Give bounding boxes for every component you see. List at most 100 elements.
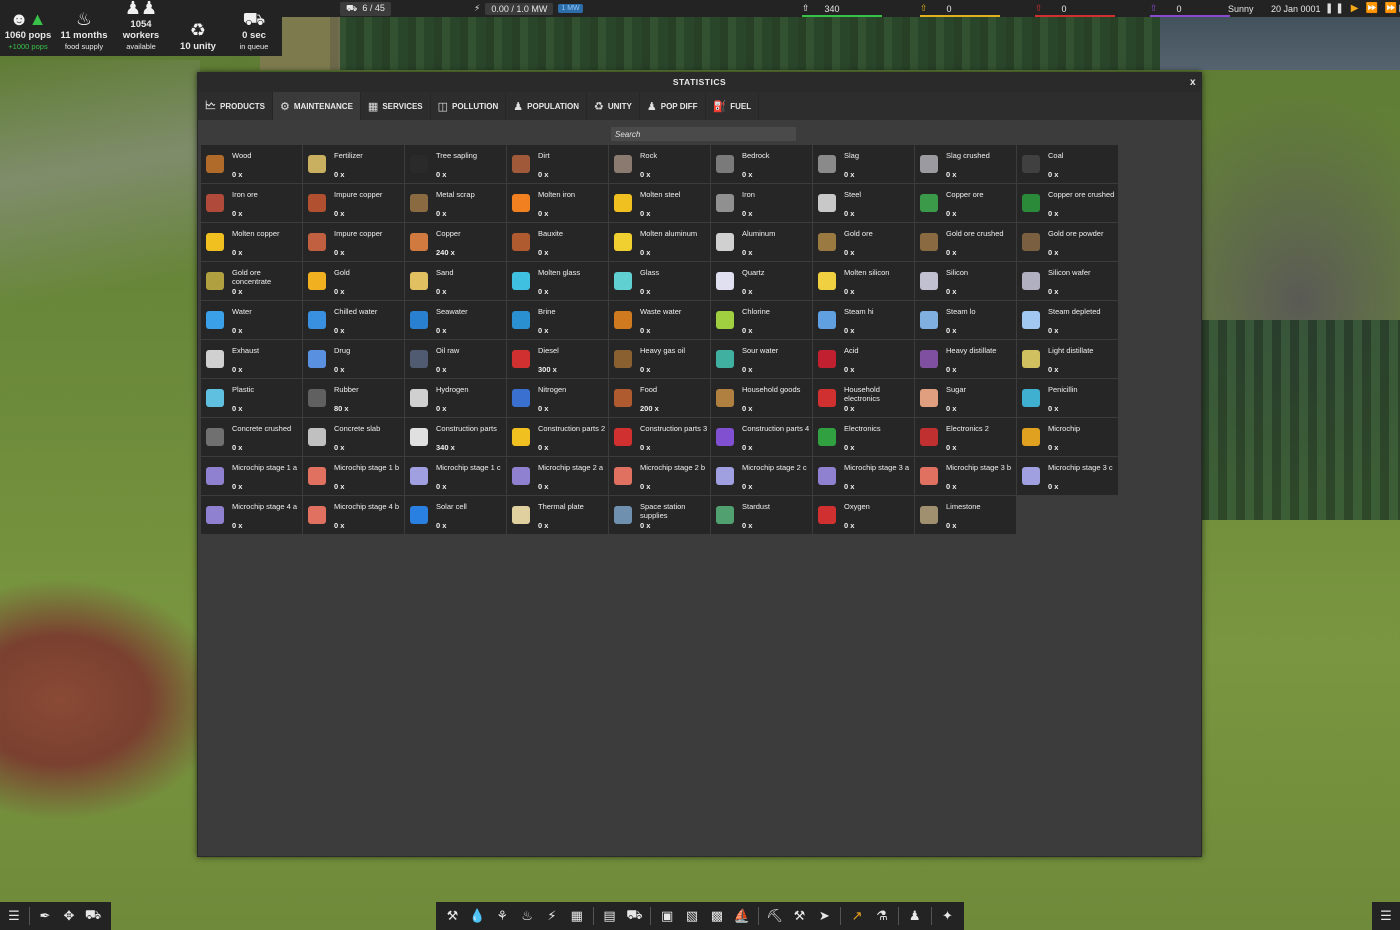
fire-icon[interactable]: ♨ (518, 908, 536, 924)
tab-services[interactable]: ▦ SERVICES (360, 92, 431, 120)
product-card[interactable]: Waste water 0 x (609, 301, 710, 339)
product-card[interactable]: Gold ore powder 0 x (1017, 223, 1118, 261)
product-card[interactable]: Steel 0 x (813, 184, 914, 222)
vehicle-icon[interactable]: ⛟ (625, 907, 643, 925)
product-card[interactable]: Solar cell 0 x (405, 496, 506, 534)
container-icon[interactable]: ▦ (568, 908, 586, 924)
product-card[interactable]: Slag crushed 0 x (915, 145, 1016, 183)
food-stat[interactable]: ♨ 11 months food supply (56, 0, 112, 56)
product-card[interactable]: Heavy gas oil 0 x (609, 340, 710, 378)
product-card[interactable]: Hydrogen 0 x (405, 379, 506, 417)
product-card[interactable]: Copper ore 0 x (915, 184, 1016, 222)
product-card[interactable]: Construction parts 4 0 x (711, 418, 812, 456)
product-card[interactable]: Microchip stage 2 c 0 x (711, 457, 812, 495)
satellite-icon[interactable]: ✦ (938, 908, 956, 924)
product-card[interactable]: Tree sapling 0 x (405, 145, 506, 183)
product-card[interactable]: Molten silicon 0 x (813, 262, 914, 300)
product-card[interactable]: Food 200 x (609, 379, 710, 417)
product-card[interactable]: Chlorine 0 x (711, 301, 812, 339)
search-input[interactable] (611, 127, 796, 141)
product-card[interactable]: Steam hi 0 x (813, 301, 914, 339)
product-card[interactable]: Molten glass 0 x (507, 262, 608, 300)
resource-stat-1[interactable]: ⇧ 340 (802, 0, 882, 17)
resource-stat-4[interactable]: ⇧ 0 (1150, 0, 1230, 17)
product-card[interactable]: Rock 0 x (609, 145, 710, 183)
product-card[interactable]: Aluminum 0 x (711, 223, 812, 261)
product-card[interactable]: Oxygen 0 x (813, 496, 914, 534)
product-card[interactable]: Oil raw 0 x (405, 340, 506, 378)
product-card[interactable]: Microchip stage 1 b 0 x (303, 457, 404, 495)
product-card[interactable]: Glass 0 x (609, 262, 710, 300)
product-card[interactable]: Penicillin 0 x (1017, 379, 1118, 417)
queue-stat[interactable]: ⛟ 0 sec in queue (226, 0, 282, 56)
product-card[interactable]: Gold ore 0 x (813, 223, 914, 261)
research-icon[interactable]: ⚗ (873, 908, 891, 924)
building-icon[interactable]: ▩ (708, 908, 726, 924)
bulldozer-icon[interactable]: ⛟ (84, 907, 102, 925)
product-card[interactable]: Bedrock 0 x (711, 145, 812, 183)
product-card[interactable]: Molten copper 0 x (201, 223, 302, 261)
product-card[interactable]: Microchip stage 1 c 0 x (405, 457, 506, 495)
resource-stat-2[interactable]: ⇧ 0 (920, 0, 1000, 17)
factory-icon[interactable]: ▣ (658, 908, 676, 924)
crane-icon[interactable]: ⚒ (443, 908, 461, 924)
menu-icon[interactable]: ☰ (1377, 908, 1395, 924)
product-card[interactable]: Dirt 0 x (507, 145, 608, 183)
rocket-icon[interactable]: ➤ (815, 908, 833, 924)
product-card[interactable]: Rubber 80 x (303, 379, 404, 417)
product-card[interactable]: Electronics 0 x (813, 418, 914, 456)
miner-icon[interactable]: ⚒ (790, 908, 808, 924)
product-card[interactable]: Silicon 0 x (915, 262, 1016, 300)
product-card[interactable]: Chilled water 0 x (303, 301, 404, 339)
product-card[interactable]: Slag 0 x (813, 145, 914, 183)
water-drop-icon[interactable]: 💧 (468, 908, 486, 924)
product-card[interactable]: Thermal plate 0 x (507, 496, 608, 534)
product-card[interactable]: Drug 0 x (303, 340, 404, 378)
product-card[interactable]: Microchip stage 2 a 0 x (507, 457, 608, 495)
product-card[interactable]: Gold ore crushed 0 x (915, 223, 1016, 261)
tab-pollution[interactable]: ◫ POLLUTION (430, 92, 507, 120)
conveyor-icon[interactable]: ▤ (601, 908, 619, 924)
ship-icon[interactable]: ⛵ (733, 908, 751, 924)
product-card[interactable]: Seawater 0 x (405, 301, 506, 339)
fast-forward-icon[interactable]: ⏩ (1365, 3, 1379, 14)
workers-stat[interactable]: ♟♟ 1054 workers available (112, 0, 170, 56)
product-card[interactable]: Molten steel 0 x (609, 184, 710, 222)
product-card[interactable]: Space station supplies 0 x (609, 496, 710, 534)
close-button[interactable]: x (1190, 73, 1196, 92)
product-card[interactable]: Copper ore crushed 0 x (1017, 184, 1118, 222)
product-card[interactable]: Concrete crushed 0 x (201, 418, 302, 456)
product-card[interactable]: Microchip stage 4 a 0 x (201, 496, 302, 534)
product-card[interactable]: Copper 240 x (405, 223, 506, 261)
tab-population[interactable]: ♟ POPULATION (506, 92, 587, 120)
product-card[interactable]: Sugar 0 x (915, 379, 1016, 417)
vehicles-stat[interactable]: ⛟ 6 / 45 (340, 0, 391, 17)
product-card[interactable]: Plastic 0 x (201, 379, 302, 417)
product-card[interactable]: Molten iron 0 x (507, 184, 608, 222)
product-card[interactable]: Construction parts 2 0 x (507, 418, 608, 456)
tab-products[interactable]: 🗠 PRODUCTS (198, 92, 273, 120)
product-card[interactable]: Microchip stage 2 b 0 x (609, 457, 710, 495)
play-icon[interactable]: ▶ (1351, 3, 1361, 14)
product-card[interactable]: Household electronics 0 x (813, 379, 914, 417)
product-card[interactable]: Gold ore concentrate 0 x (201, 262, 302, 300)
population-stat[interactable]: ☻▲ 1060 pops +1000 pops (0, 0, 56, 56)
product-card[interactable]: Brine 0 x (507, 301, 608, 339)
product-card[interactable]: Household goods 0 x (711, 379, 812, 417)
excavator-icon[interactable]: ⛏ (766, 908, 784, 924)
product-card[interactable]: Microchip stage 3 a 0 x (813, 457, 914, 495)
product-card[interactable]: Iron 0 x (711, 184, 812, 222)
product-card[interactable]: Impure copper 0 x (303, 223, 404, 261)
product-card[interactable]: Diesel 300 x (507, 340, 608, 378)
product-card[interactable]: Quartz 0 x (711, 262, 812, 300)
product-card[interactable]: Impure copper 0 x (303, 184, 404, 222)
product-card[interactable]: Coal 0 x (1017, 145, 1118, 183)
product-card[interactable]: Microchip stage 1 a 0 x (201, 457, 302, 495)
product-card[interactable]: Steam depleted 0 x (1017, 301, 1118, 339)
product-card[interactable]: Water 0 x (201, 301, 302, 339)
layers-icon[interactable]: ☰ (5, 908, 23, 924)
product-card[interactable]: Construction parts 3 0 x (609, 418, 710, 456)
power-icon[interactable]: ⚡ (543, 908, 561, 924)
tab-pop-diff[interactable]: ♟ POP DIFF (639, 92, 706, 120)
product-card[interactable]: Light distillate 0 x (1017, 340, 1118, 378)
